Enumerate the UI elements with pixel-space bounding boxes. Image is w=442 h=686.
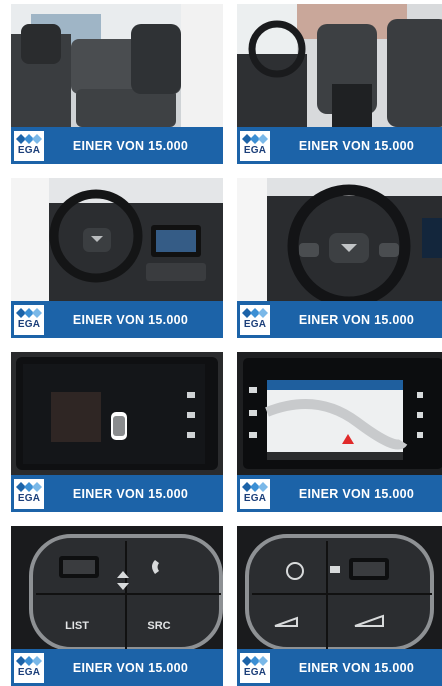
photo-rear-seats[interactable]	[11, 4, 223, 127]
photo-cockpit-close[interactable]	[237, 178, 442, 301]
gallery-card-touchscreen-navigation[interactable]: EGA EINER VON 15.000	[237, 352, 442, 512]
promo-banner: EGA EINER VON 15.000	[11, 649, 223, 686]
promo-banner: EGA EINER VON 15.000	[237, 649, 442, 686]
promo-banner: EGA EINER VON 15.000	[237, 475, 442, 512]
gallery-card-cockpit-close[interactable]: EGA EINER VON 15.000	[237, 178, 442, 338]
banner-tagline: EINER VON 15.000	[72, 660, 189, 675]
banner-tagline: EINER VON 15.000	[298, 138, 415, 153]
ega-logo: EGA	[240, 304, 270, 335]
logo-text: EGA	[17, 492, 41, 504]
banner-tagline: EINER VON 15.000	[298, 660, 415, 675]
logo-text: EGA	[243, 144, 267, 156]
ega-logo: EGA	[240, 478, 270, 509]
banner-tagline: EINER VON 15.000	[72, 312, 189, 327]
banner-tagline: EINER VON 15.000	[72, 486, 189, 501]
src-label: SRC	[147, 620, 170, 632]
photo-touchscreen-off[interactable]	[11, 352, 223, 475]
photo-gallery: EGA EINER VON 15.000 EGA EINER VON 15.00…	[0, 0, 442, 686]
promo-banner: EGA EINER VON 15.000	[11, 301, 223, 338]
promo-banner: EGA EINER VON 15.000	[237, 127, 442, 164]
ega-logo: EGA	[240, 652, 270, 683]
logo-text: EGA	[17, 666, 41, 678]
logo-text: EGA	[243, 318, 267, 330]
banner-tagline: EINER VON 15.000	[298, 486, 415, 501]
ega-logo: EGA	[14, 304, 44, 335]
list-label: LIST	[65, 620, 89, 632]
logo-text: EGA	[243, 492, 267, 504]
photo-touchscreen-navigation[interactable]	[237, 352, 442, 475]
gallery-card-steering-controls-left[interactable]: LIST SRC EGA EINER VON 15.000	[11, 526, 223, 686]
photo-steering-controls-left[interactable]: LIST SRC	[11, 526, 223, 649]
photo-cockpit-wide[interactable]	[11, 178, 223, 301]
gallery-card-touchscreen-off[interactable]: EGA EINER VON 15.000	[11, 352, 223, 512]
ega-logo: EGA	[14, 652, 44, 683]
ega-logo: EGA	[240, 130, 270, 161]
gallery-card-steering-controls-right[interactable]: EGA EINER VON 15.000	[237, 526, 442, 686]
gallery-card-rear-seats[interactable]: EGA EINER VON 15.000	[11, 4, 223, 164]
promo-banner: EGA EINER VON 15.000	[237, 301, 442, 338]
logo-text: EGA	[17, 318, 41, 330]
banner-tagline: EINER VON 15.000	[72, 138, 189, 153]
ega-logo: EGA	[14, 130, 44, 161]
gallery-card-cockpit-wide[interactable]: EGA EINER VON 15.000	[11, 178, 223, 338]
photo-front-seats[interactable]	[237, 4, 442, 127]
promo-banner: EGA EINER VON 15.000	[11, 475, 223, 512]
promo-banner: EGA EINER VON 15.000	[11, 127, 223, 164]
photo-steering-controls-right[interactable]	[237, 526, 442, 649]
gallery-card-front-seats[interactable]: EGA EINER VON 15.000	[237, 4, 442, 164]
logo-text: EGA	[17, 144, 41, 156]
logo-text: EGA	[243, 666, 267, 678]
banner-tagline: EINER VON 15.000	[298, 312, 415, 327]
ega-logo: EGA	[14, 478, 44, 509]
